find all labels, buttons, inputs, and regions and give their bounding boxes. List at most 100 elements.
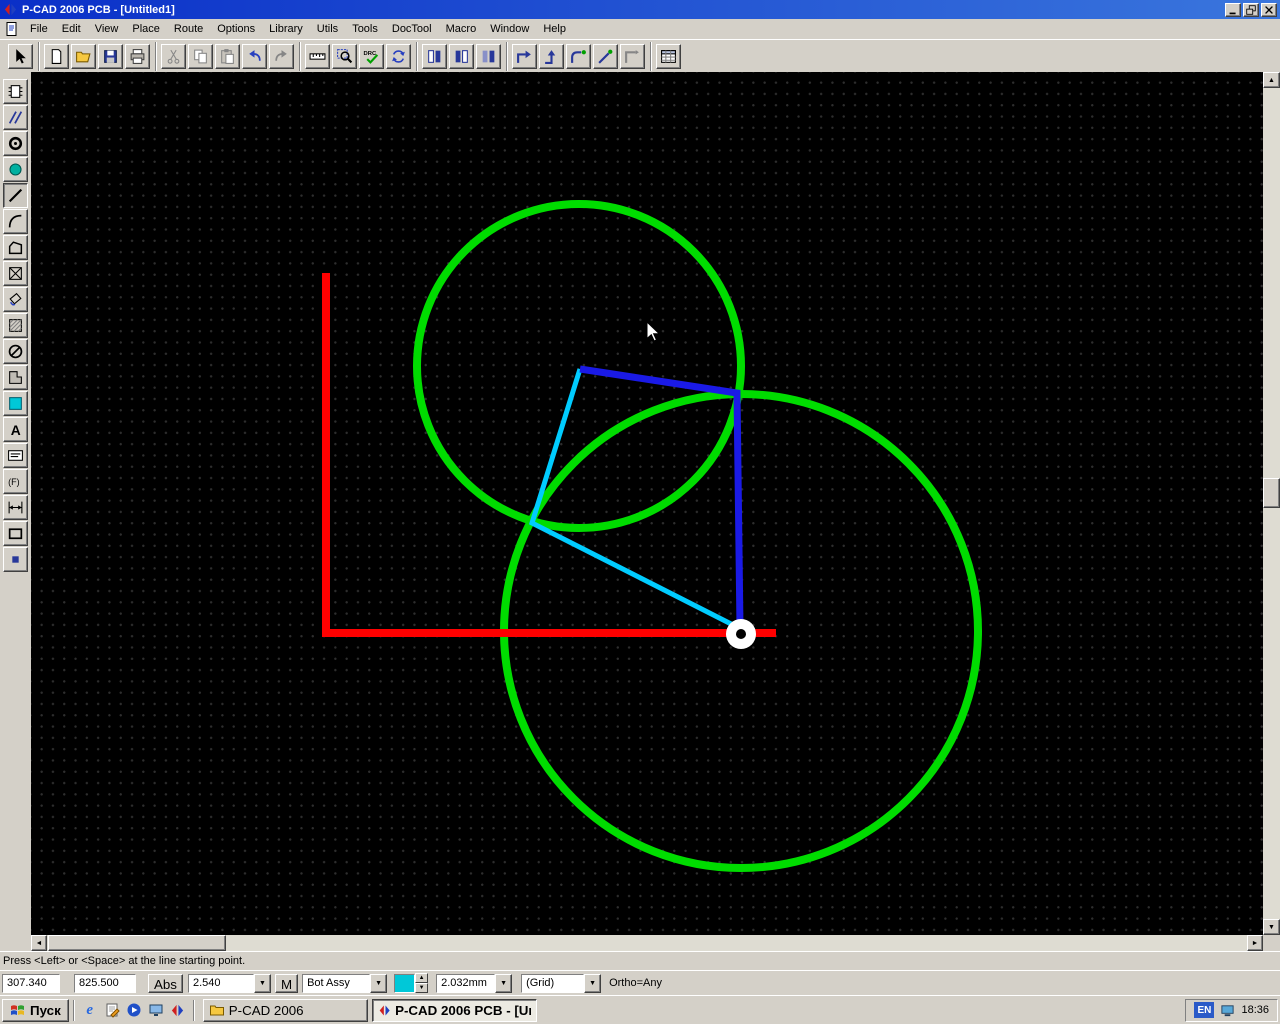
place-dimension-button[interactable]: [3, 495, 28, 520]
cut-button[interactable]: [161, 44, 186, 69]
place-keepout-button[interactable]: [3, 339, 28, 364]
restore-button[interactable]: [1243, 3, 1259, 17]
vertical-scrollbar[interactable]: ▲ ▼: [1263, 72, 1280, 935]
place-hatch-pour-button[interactable]: [3, 313, 28, 338]
taskbar-window-pcad-pcb[interactable]: P-CAD 2006 PCB - [Un...: [372, 999, 537, 1022]
grid-mode-combo[interactable]: (Grid) ▼: [521, 974, 601, 993]
place-arc-button[interactable]: [3, 209, 28, 234]
place-ref-point-button[interactable]: [3, 547, 28, 572]
layer-dropdown-button[interactable]: ▼: [370, 974, 387, 993]
refresh-design-button[interactable]: [386, 44, 411, 69]
place-polygon-button[interactable]: [3, 235, 28, 260]
menu-place[interactable]: Place: [125, 20, 167, 39]
y-coordinate-field[interactable]: 825.500: [74, 974, 136, 993]
line-width-dropdown-button[interactable]: ▼: [495, 974, 512, 993]
menu-route[interactable]: Route: [167, 20, 210, 39]
place-diagonal-lines-button[interactable]: [3, 105, 28, 130]
menu-help[interactable]: Help: [536, 20, 573, 39]
print-document-button[interactable]: [125, 44, 150, 69]
measure-button[interactable]: [305, 44, 330, 69]
menu-macro[interactable]: Macro: [439, 20, 484, 39]
grid-spacing-value[interactable]: 2.540: [188, 974, 254, 993]
x-coordinate-field[interactable]: 307.340: [2, 974, 60, 993]
start-button[interactable]: Пуск: [2, 999, 69, 1022]
line-width-combo[interactable]: 2.032mm ▼: [436, 974, 512, 993]
menu-edit[interactable]: Edit: [55, 20, 88, 39]
place-detail-button[interactable]: [3, 521, 28, 546]
grid-spacing-dropdown-button[interactable]: ▼: [254, 974, 271, 993]
menu-window[interactable]: Window: [483, 20, 536, 39]
new-document-button[interactable]: [44, 44, 69, 69]
pcb-canvas[interactable]: [31, 72, 1263, 935]
route-diagonal-button[interactable]: [593, 44, 618, 69]
split-bars-2-button[interactable]: [449, 44, 474, 69]
place-field-button[interactable]: (F): [3, 469, 28, 494]
horizontal-scroll-thumb[interactable]: [48, 935, 226, 951]
place-line-button[interactable]: [3, 183, 28, 208]
scroll-right-button[interactable]: ►: [1247, 935, 1263, 951]
width-spin-down-button[interactable]: ▼: [415, 983, 428, 993]
line-width-value[interactable]: 2.032mm: [436, 974, 495, 993]
grid-mode-value[interactable]: (Grid): [521, 974, 584, 993]
place-attribute-button[interactable]: [3, 443, 28, 468]
place-copper-pour-button[interactable]: [3, 287, 28, 312]
split-bars-3-button[interactable]: [476, 44, 501, 69]
abs-mode-button[interactable]: Abs: [148, 974, 183, 993]
notepad-icon[interactable]: [101, 999, 123, 1021]
horizontal-scrollbar[interactable]: ◄ ►: [31, 935, 1263, 951]
menu-view[interactable]: View: [88, 20, 126, 39]
split-bars-2-icon: [453, 48, 470, 65]
menu-options[interactable]: Options: [210, 20, 262, 39]
show-desktop-icon[interactable]: [145, 999, 167, 1021]
place-text-button[interactable]: A: [3, 417, 28, 442]
place-plane-button[interactable]: [3, 391, 28, 416]
route-undo-button[interactable]: [620, 44, 645, 69]
save-document-button[interactable]: [98, 44, 123, 69]
grid-spacing-combo[interactable]: 2.540 ▼: [188, 974, 271, 993]
layer-value[interactable]: Bot Assy: [302, 974, 370, 993]
place-arc-icon: [7, 213, 24, 230]
menu-doctool[interactable]: DocTool: [385, 20, 439, 39]
open-document-button[interactable]: [71, 44, 96, 69]
media-player-icon[interactable]: [123, 999, 145, 1021]
pcad-shortcut-icon[interactable]: [167, 999, 189, 1021]
route-arc-button[interactable]: [566, 44, 591, 69]
copy-button[interactable]: [188, 44, 213, 69]
line-width-color-swatch[interactable]: [394, 974, 415, 993]
scroll-down-button[interactable]: ▼: [1263, 919, 1280, 935]
route-corner-2-button[interactable]: [539, 44, 564, 69]
select-tool-button[interactable]: [8, 44, 33, 69]
place-part-button[interactable]: [3, 79, 28, 104]
menu-tools[interactable]: Tools: [345, 20, 385, 39]
design-rule-check-button[interactable]: DRC: [359, 44, 384, 69]
route-corner-2-icon: [543, 48, 560, 65]
place-pad-button[interactable]: [3, 157, 28, 182]
taskbar-window-pcad-folder[interactable]: P-CAD 2006: [203, 999, 368, 1022]
internet-explorer-icon[interactable]: e: [79, 999, 101, 1021]
minimize-button[interactable]: [1225, 3, 1241, 17]
menu-utils[interactable]: Utils: [310, 20, 345, 39]
split-bars-1-button[interactable]: [422, 44, 447, 69]
menu-file[interactable]: File: [23, 20, 55, 39]
scroll-up-button[interactable]: ▲: [1263, 72, 1280, 88]
grid-mode-dropdown-button[interactable]: ▼: [584, 974, 601, 993]
place-room-button[interactable]: [3, 365, 28, 390]
menu-library[interactable]: Library: [262, 20, 310, 39]
paste-button[interactable]: [215, 44, 240, 69]
spreadsheet-view-button[interactable]: [656, 44, 681, 69]
width-spin-up-button[interactable]: ▲: [415, 973, 428, 983]
tray-display-icon[interactable]: [1220, 1003, 1235, 1018]
zoom-window-button[interactable]: [332, 44, 357, 69]
pcad-glyph: [170, 1003, 185, 1018]
place-cutout-button[interactable]: [3, 261, 28, 286]
close-button[interactable]: [1261, 3, 1277, 17]
language-indicator[interactable]: EN: [1194, 1002, 1214, 1018]
route-corner-1-button[interactable]: [512, 44, 537, 69]
undo-button[interactable]: [242, 44, 267, 69]
metric-toggle-button[interactable]: M: [275, 974, 298, 993]
redo-button[interactable]: [269, 44, 294, 69]
vertical-scroll-thumb[interactable]: [1263, 478, 1280, 508]
layer-combo[interactable]: Bot Assy ▼: [302, 974, 387, 993]
scroll-left-button[interactable]: ◄: [31, 935, 47, 951]
place-via-button[interactable]: [3, 131, 28, 156]
